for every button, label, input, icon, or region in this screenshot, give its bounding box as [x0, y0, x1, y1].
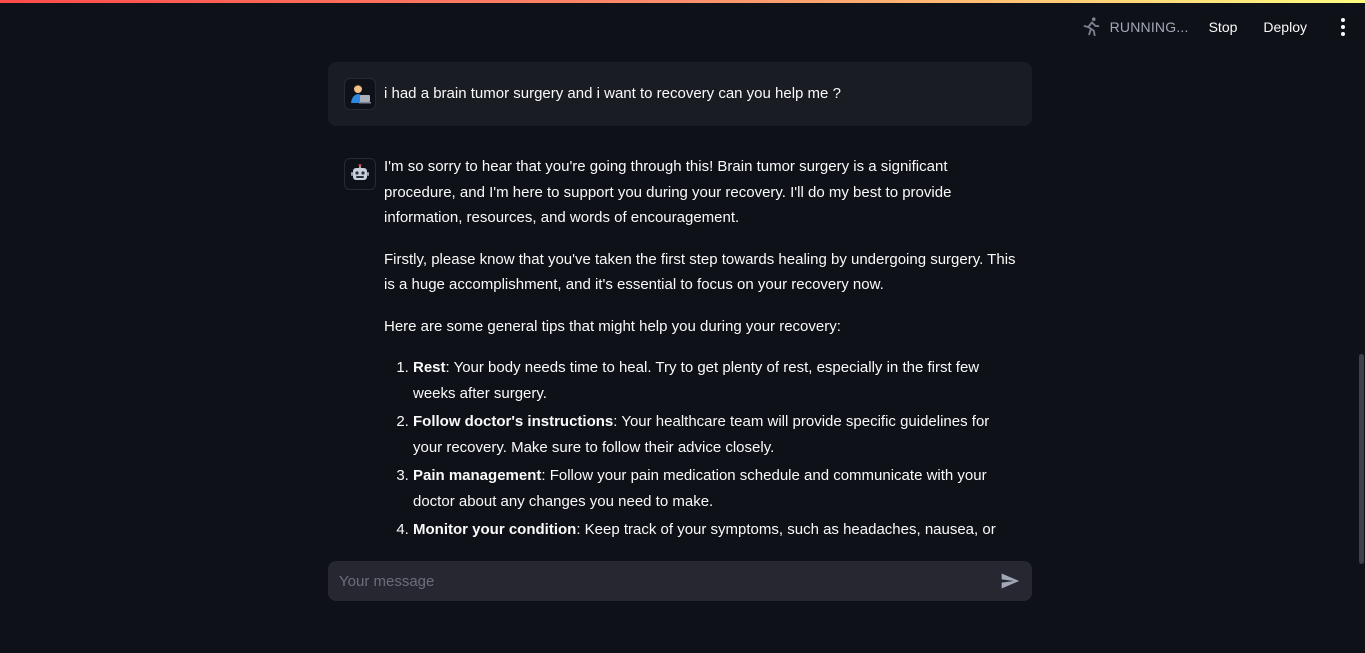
- tip-text: : Your body needs time to heal. Try to g…: [413, 359, 980, 402]
- tip-text: : Keep track of your symptoms, such as h…: [576, 521, 996, 538]
- stop-button[interactable]: Stop: [1209, 19, 1238, 35]
- running-status: RUNNING...: [1080, 16, 1189, 38]
- kebab-menu-icon[interactable]: [1333, 17, 1353, 37]
- assistant-paragraph: Firstly, please know that you've taken t…: [384, 250, 1016, 294]
- tip-item: Monitor your condition: Keep track of yo…: [413, 517, 1016, 543]
- tip-title: Monitor your condition: [413, 521, 577, 538]
- send-icon[interactable]: [996, 567, 1024, 595]
- tip-item: Follow doctor's instructions: Your healt…: [413, 409, 1016, 460]
- chat-input-container: [328, 561, 1032, 601]
- running-status-text: RUNNING...: [1109, 19, 1189, 35]
- user-message: i had a brain tumor surgery and i want t…: [328, 62, 1032, 126]
- scrollbar-thumb[interactable]: [1359, 354, 1364, 564]
- app-header: RUNNING... Stop Deploy: [0, 3, 1365, 51]
- tip-item: Rest: Your body needs time to heal. Try …: [413, 355, 1016, 406]
- assistant-message-body: I'm so sorry to hear that you're going t…: [384, 154, 1016, 544]
- person-at-computer-icon: [344, 78, 376, 110]
- tip-item: Pain management: Follow your pain medica…: [413, 463, 1016, 514]
- chat-message-input[interactable]: [337, 571, 996, 591]
- assistant-message: I'm so sorry to hear that you're going t…: [328, 142, 1032, 544]
- deploy-button[interactable]: Deploy: [1263, 19, 1307, 35]
- tip-title: Pain management: [413, 467, 542, 484]
- running-figure-icon: [1080, 16, 1102, 38]
- tip-title: Rest: [413, 359, 446, 376]
- tips-list: Rest: Your body needs time to heal. Try …: [384, 355, 1016, 543]
- tip-title: Follow doctor's instructions: [413, 413, 614, 430]
- robot-icon: [344, 158, 376, 190]
- user-message-text: i had a brain tumor surgery and i want t…: [384, 85, 841, 102]
- assistant-paragraph: I'm so sorry to hear that you're going t…: [384, 158, 952, 226]
- chat-messages: i had a brain tumor surgery and i want t…: [328, 62, 1032, 544]
- assistant-paragraph: Here are some general tips that might he…: [384, 317, 841, 335]
